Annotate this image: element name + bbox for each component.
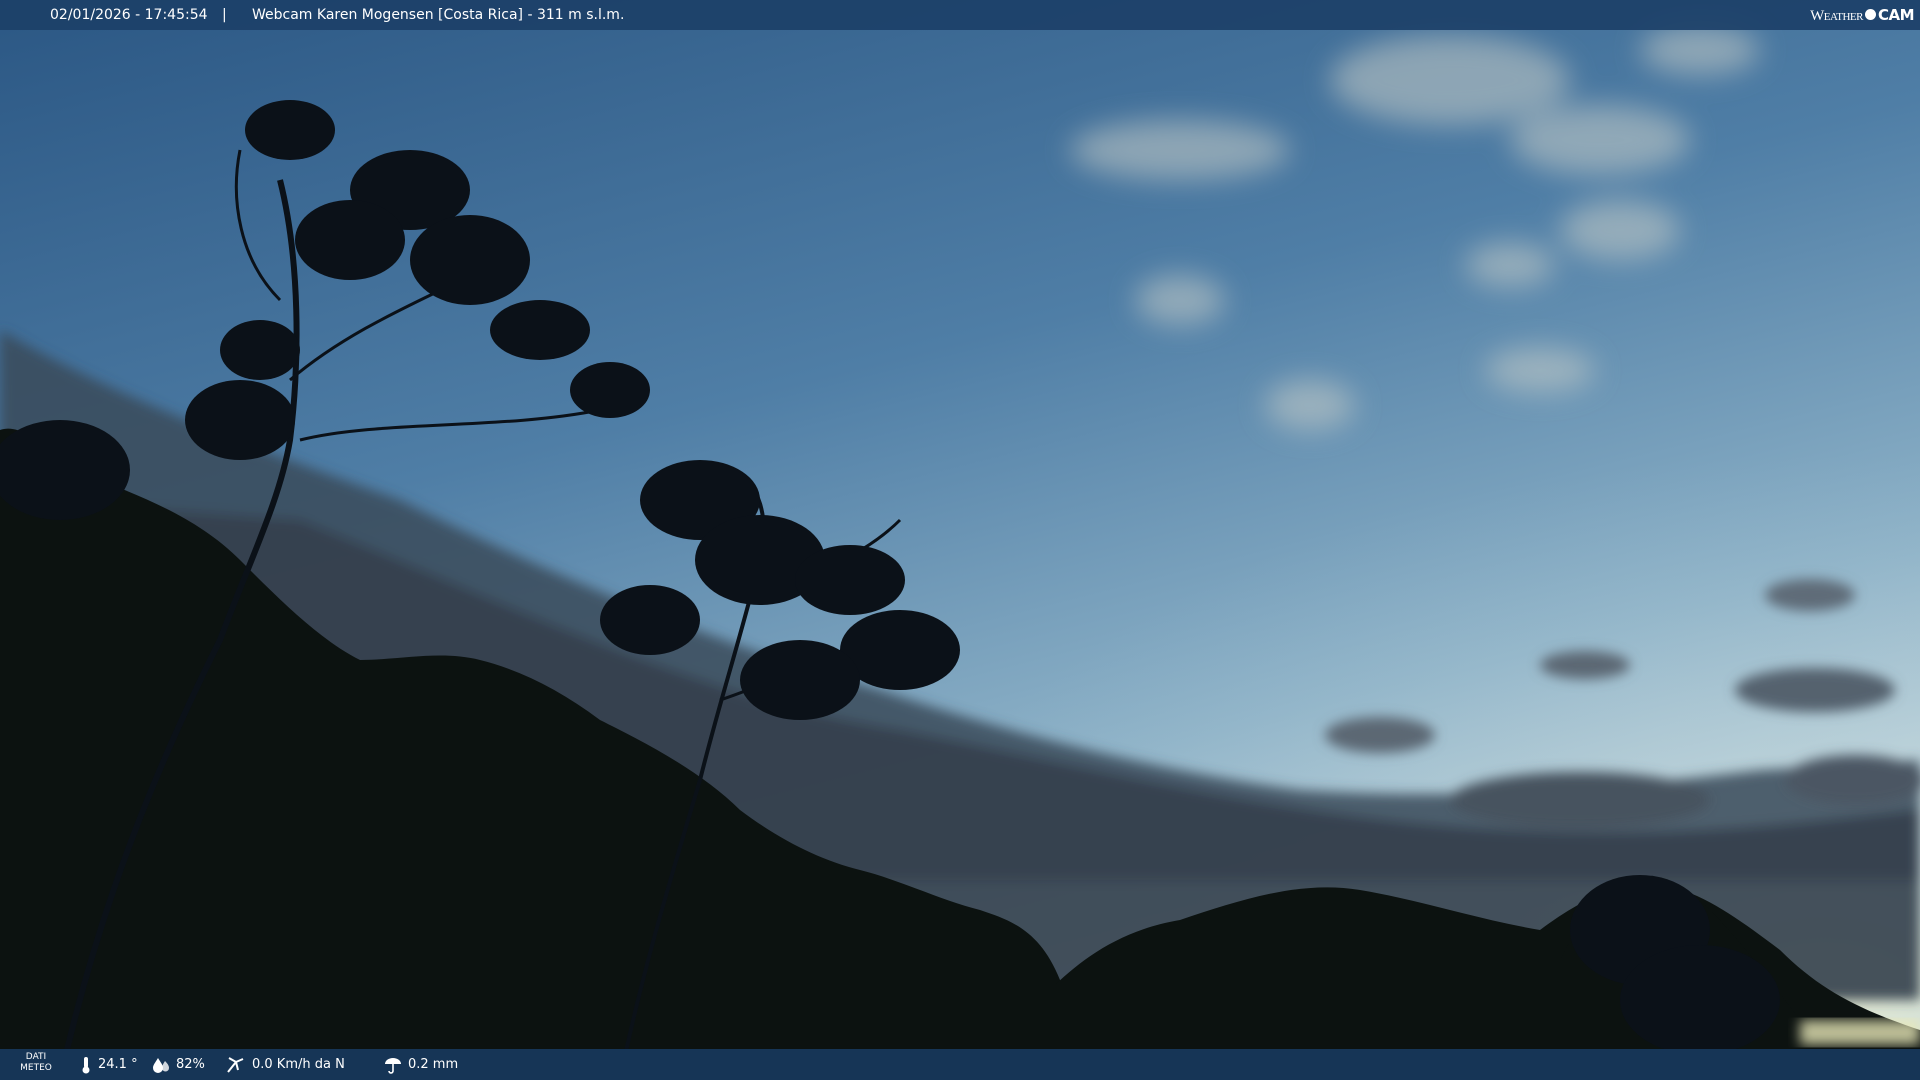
temperature-reading: 24.1 ° xyxy=(80,1049,138,1080)
dati-line2: METEO xyxy=(20,1063,52,1073)
header-separator: | xyxy=(222,7,227,23)
logo-cam: CAM xyxy=(1877,6,1915,24)
rain-value: 0.2 mm xyxy=(408,1057,459,1072)
humidity-reading: 82% xyxy=(152,1049,205,1080)
webcam-scene xyxy=(0,0,1920,1080)
weather-data-bar: DATI METEO 24.1 ° 82% 0.0 Km/h da N 0.2 … xyxy=(0,1049,1920,1080)
dati-line1: DATI xyxy=(25,1052,47,1062)
temperature-value: 24.1 ° xyxy=(98,1057,138,1072)
humidity-value: 82% xyxy=(176,1057,205,1072)
wind-reading: 0.0 Km/h da N xyxy=(226,1049,345,1080)
humidity-icon xyxy=(153,1057,169,1073)
thermometer-icon xyxy=(82,1056,90,1073)
dati-meteo-label: DATI METEO xyxy=(16,1052,56,1074)
wind-icon xyxy=(227,1056,244,1073)
logo-dot-icon xyxy=(1864,9,1876,20)
wind-value: 0.0 Km/h da N xyxy=(252,1057,345,1072)
timestamp: 02/01/2026 - 17:45:54 xyxy=(50,7,208,23)
weathercam-logo: Weather CAM xyxy=(1810,0,1914,31)
rain-icon xyxy=(385,1057,401,1074)
logo-word: Weather xyxy=(1810,8,1863,24)
rain-reading: 0.2 mm xyxy=(384,1049,458,1080)
top-info-bar: 02/01/2026 - 17:45:54 | Webcam Karen Mog… xyxy=(0,0,1920,30)
webcam-title: Webcam Karen Mogensen [Costa Rica] - 311… xyxy=(252,7,625,23)
horizon-light xyxy=(1800,1020,1920,1045)
